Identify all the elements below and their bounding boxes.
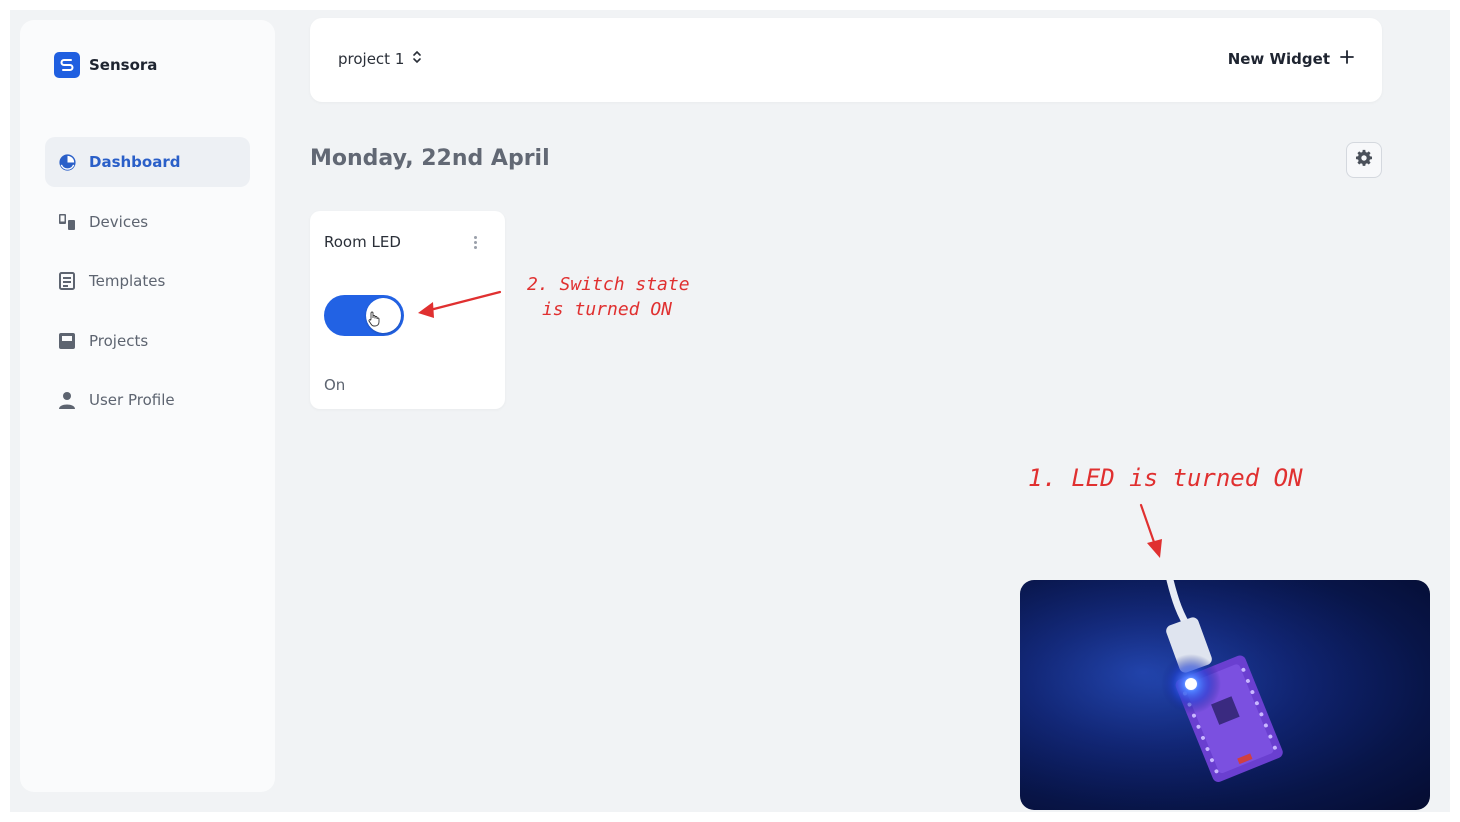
sidebar-nav: Dashboard Devices Templates Projects Use… xyxy=(45,137,250,435)
led-annotation: 1. LED is turned ON xyxy=(1028,464,1303,492)
room-led-widget: Room LED On xyxy=(310,211,505,409)
sidebar-item-label: User Profile xyxy=(89,391,175,409)
led-toggle-switch[interactable] xyxy=(324,295,404,336)
brand[interactable]: Sensora xyxy=(54,52,157,78)
plus-icon xyxy=(1340,50,1354,68)
settings-button[interactable] xyxy=(1346,142,1382,178)
projects-icon xyxy=(57,331,77,351)
widget-title: Room LED xyxy=(324,233,401,251)
page-title: Monday, 22nd April xyxy=(310,146,550,171)
sidebar-item-label: Dashboard xyxy=(89,153,181,171)
brand-name: Sensora xyxy=(89,56,158,74)
switch-annotation-line2: is turned ON xyxy=(541,299,673,320)
sidebar-item-projects[interactable]: Projects xyxy=(45,316,250,366)
sidebar-item-label: Devices xyxy=(89,212,149,231)
sidebar-item-dashboard[interactable]: Dashboard xyxy=(45,137,250,187)
chevron-up-down-icon xyxy=(412,50,422,68)
new-widget-button[interactable]: New Widget xyxy=(1228,50,1354,68)
hand-cursor-icon xyxy=(368,311,380,327)
microcontroller-board-image xyxy=(1020,580,1430,810)
project-name: project 1 xyxy=(338,50,405,68)
switch-annotation-line1: 2. Switch state xyxy=(527,274,690,295)
dashboard-icon xyxy=(57,152,77,172)
project-selector[interactable]: project 1 xyxy=(338,50,422,68)
sidebar-item-label: Projects xyxy=(89,331,149,350)
switch-annotation: 2. Switch state is turned ON xyxy=(527,272,690,322)
topbar: project 1 New Widget xyxy=(310,18,1382,102)
user-icon xyxy=(57,390,77,410)
widget-state-label: On xyxy=(324,376,346,394)
sidebar-item-templates[interactable]: Templates xyxy=(45,256,250,306)
sidebar-item-label: Templates xyxy=(89,272,166,290)
devices-icon xyxy=(57,212,77,232)
gear-icon xyxy=(1355,149,1373,171)
sidebar-item-devices[interactable]: Devices xyxy=(45,197,250,247)
templates-icon xyxy=(57,271,77,291)
led-board-photo xyxy=(1020,580,1430,810)
sidebar-item-user-profile[interactable]: User Profile xyxy=(45,375,250,425)
new-widget-label: New Widget xyxy=(1227,50,1330,68)
more-vertical-icon[interactable] xyxy=(467,233,483,251)
sidebar: Sensora Dashboard Devices Templates Proj… xyxy=(20,20,275,792)
sensora-logo-icon xyxy=(54,52,80,78)
